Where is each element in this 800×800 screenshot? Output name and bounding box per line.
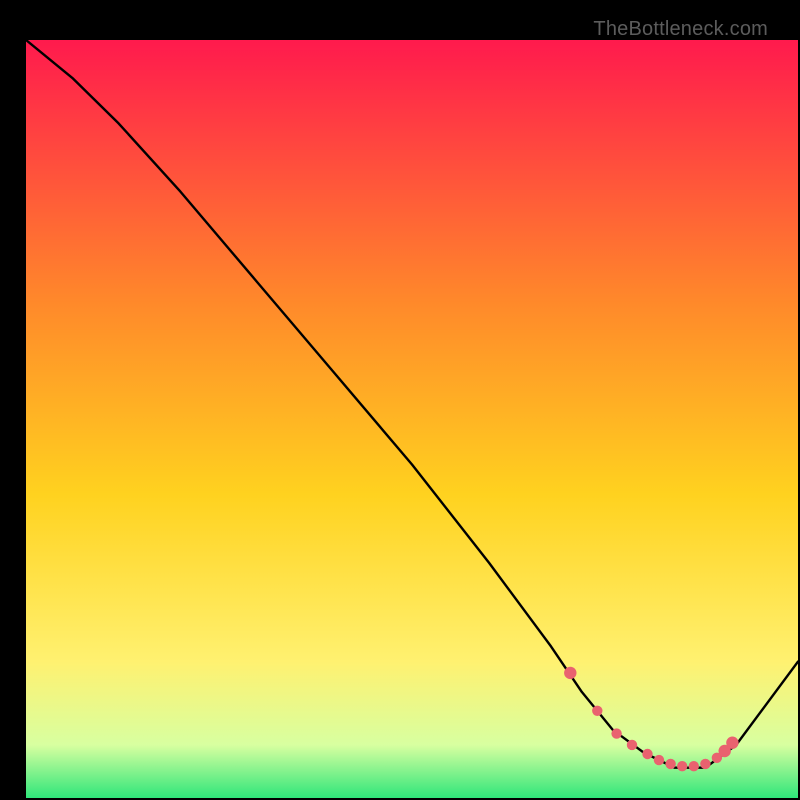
- gradient-background: [26, 40, 798, 798]
- marker-dot: [611, 728, 621, 738]
- marker-dot: [627, 740, 637, 750]
- marker-dot: [654, 755, 664, 765]
- attribution-text: TheBottleneck.com: [593, 18, 768, 41]
- plot-area: [26, 40, 798, 798]
- chart-frame: TheBottleneck.com: [12, 12, 788, 788]
- marker-dot: [700, 759, 710, 769]
- marker-dot: [665, 759, 675, 769]
- marker-dot: [726, 737, 738, 749]
- marker-dot: [689, 761, 699, 771]
- marker-dot: [642, 749, 652, 759]
- bottleneck-chart: [26, 40, 798, 798]
- marker-dot: [592, 706, 602, 716]
- marker-dot: [564, 667, 576, 679]
- marker-dot: [677, 761, 687, 771]
